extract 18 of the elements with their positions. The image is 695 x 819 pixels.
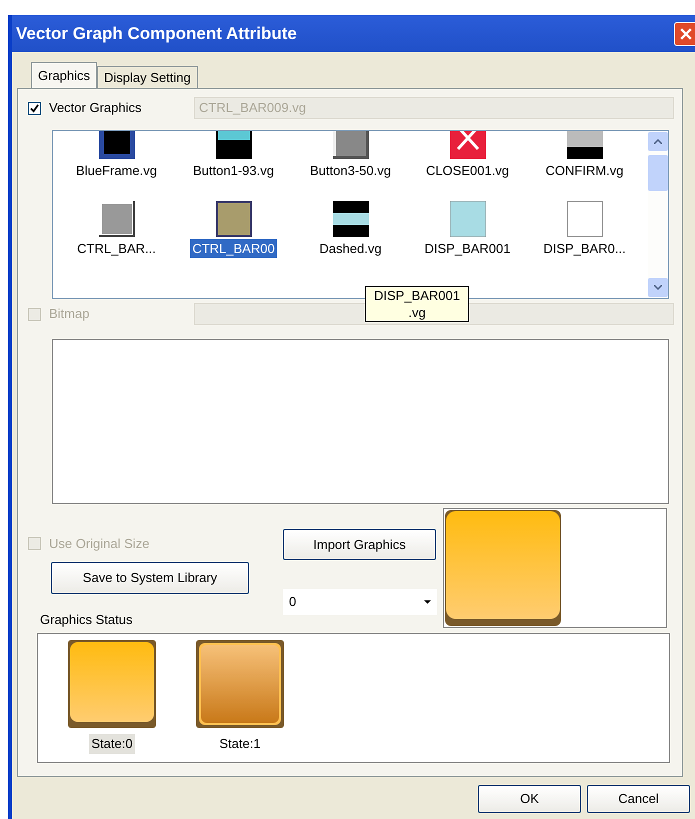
file-name: CTRL_BAR00: [190, 238, 277, 258]
file-name: CONFIRM.vg: [544, 162, 624, 180]
checkbox-label: Use Original Size: [49, 535, 150, 553]
tooltip: DISP_BAR001 .vg: [365, 286, 469, 322]
state-label: State:0: [89, 734, 135, 754]
section-label: Graphics Status: [40, 610, 134, 629]
checkbox-label: Bitmap: [49, 305, 90, 324]
file-name: CLOSE001.vg: [424, 162, 510, 180]
checkbox-label: Vector Graphics: [49, 99, 142, 118]
file-name: DISP_BAR0...: [542, 240, 627, 258]
file-name: DISP_BAR001: [424, 240, 512, 258]
file-name: CTRL_BAR...: [76, 240, 157, 258]
state-label: State:1: [218, 735, 262, 753]
file-name: Dashed.vg: [318, 240, 383, 258]
window-title: Vector Graph Component Attribute: [16, 22, 297, 45]
file-name: Button1-93.vg: [192, 162, 275, 180]
file-name: Button3-50.vg: [309, 162, 392, 180]
file-name: BlueFrame.vg: [75, 162, 158, 180]
